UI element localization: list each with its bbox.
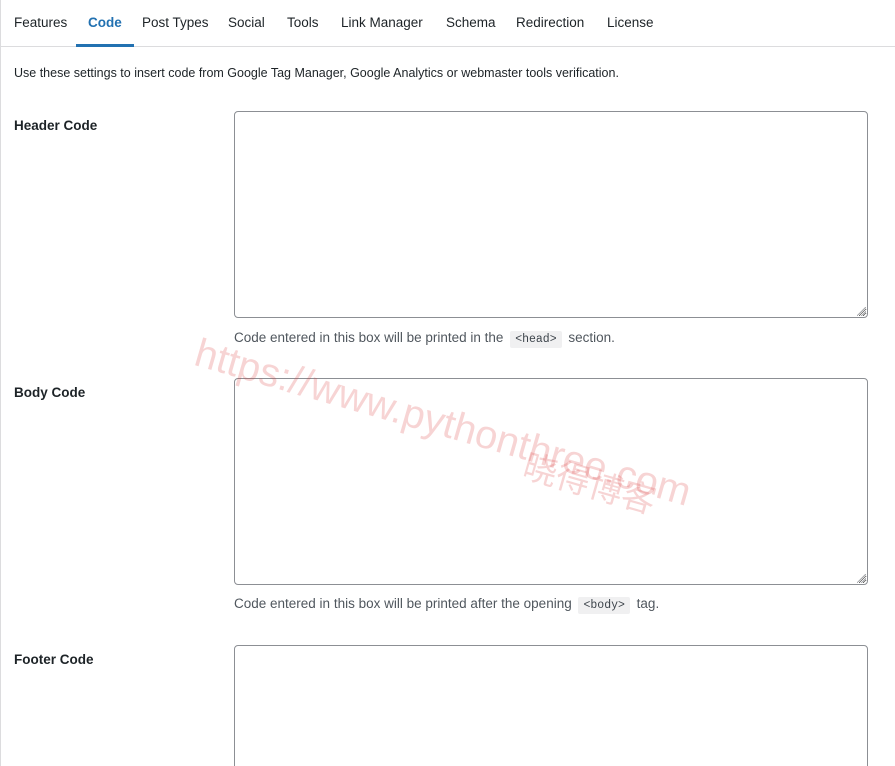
head-tag-code: <head> — [510, 331, 562, 348]
tab-license[interactable]: License — [607, 0, 654, 47]
resize-handle-icon[interactable] — [857, 307, 866, 316]
header-code-description: Code entered in this box will be printed… — [234, 330, 615, 348]
header-code-label: Header Code — [14, 118, 98, 133]
footer-code-textarea[interactable] — [234, 645, 868, 766]
header-code-wrapper — [234, 111, 868, 318]
tab-code[interactable]: Code — [76, 0, 134, 47]
footer-code-wrapper — [234, 645, 868, 766]
resize-handle-icon[interactable] — [857, 574, 866, 583]
tab-redirection[interactable]: Redirection — [516, 0, 584, 47]
body-code-wrapper — [234, 378, 868, 585]
body-code-description: Code entered in this box will be printed… — [234, 596, 660, 614]
body-desc-text: Code entered in this box will be printed… — [234, 596, 572, 611]
tab-link-manager[interactable]: Link Manager — [341, 0, 423, 47]
header-desc-text: Code entered in this box will be printed… — [234, 330, 504, 345]
settings-panel: Features Code Post Types Social Tools Li… — [0, 0, 895, 766]
body-code-textarea[interactable] — [234, 378, 868, 585]
tab-schema[interactable]: Schema — [446, 0, 496, 47]
body-desc-suffix: tag. — [636, 596, 660, 611]
tab-tools[interactable]: Tools — [287, 0, 319, 47]
body-tag-code: <body> — [578, 597, 630, 614]
intro-text: Use these settings to insert code from G… — [14, 66, 619, 80]
header-desc-suffix: section. — [568, 330, 615, 345]
tab-features[interactable]: Features — [14, 0, 67, 47]
settings-tabs: Features Code Post Types Social Tools Li… — [1, 0, 895, 47]
body-code-label: Body Code — [14, 385, 86, 400]
tab-post-types[interactable]: Post Types — [142, 0, 209, 47]
header-code-textarea[interactable] — [234, 111, 868, 318]
footer-code-label: Footer Code — [14, 652, 94, 667]
tab-social[interactable]: Social — [228, 0, 265, 47]
